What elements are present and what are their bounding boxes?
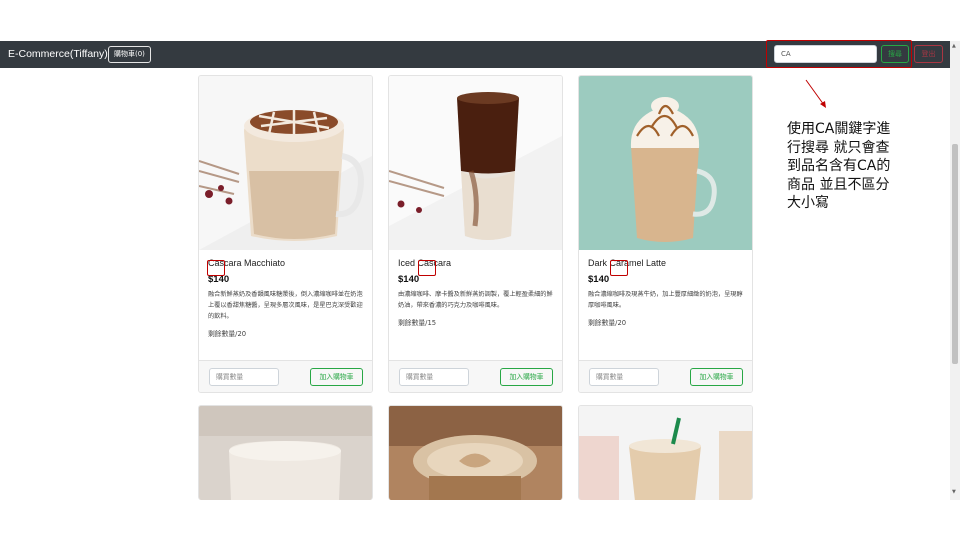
add-to-cart-button[interactable]: 加入購物車 [690, 368, 743, 386]
quantity-input[interactable]: 購買數量 [399, 368, 469, 386]
annotation-line: 大小寫 [787, 195, 829, 211]
logout-button[interactable]: 登出 [914, 45, 943, 63]
quantity-input[interactable]: 購買數量 [589, 368, 659, 386]
product-image [389, 406, 562, 500]
card-footer: 購買數量 加入購物車 [389, 360, 562, 392]
product-price: $140 [208, 274, 230, 285]
product-description: 融合濃縮咖啡及現蒸牛奶，加上豐厚細緻的奶泡，呈現醇厚咖啡風味。 [588, 291, 743, 309]
product-card: Iced Cascara $140 由濃縮咖啡、摩卡醬及新鮮蒸奶調製，覆上輕盈柔… [388, 75, 563, 393]
product-stock: 剩餘數量/20 [208, 330, 247, 338]
card-body: Cascara Macchiato $140 融合新鮮蒸奶及香韻風味糖漿後，倒入… [208, 258, 366, 338]
product-description: 由濃縮咖啡、摩卡醬及新鮮蒸奶調製，覆上輕盈柔細的鮮奶油，帶來香濃的巧克力及咖啡風… [398, 291, 553, 309]
product-image [389, 76, 562, 250]
search-highlight-box [766, 40, 912, 68]
scroll-thumb[interactable] [952, 144, 958, 364]
product-image [579, 406, 752, 500]
product-description: 融合新鮮蒸奶及香韻風味糖漿後，倒入濃縮咖啡並在奶泡上覆以香甜焦糖醬，呈現多層次風… [208, 291, 363, 320]
quantity-input[interactable]: 購買數量 [209, 368, 279, 386]
scroll-down-icon[interactable]: ▼ [952, 489, 956, 495]
cart-button[interactable]: 購物車(0) [108, 46, 151, 63]
card-footer: 購買數量 加入購物車 [579, 360, 752, 392]
brand-title[interactable]: E-Commerce(Tiffany) [8, 48, 108, 60]
add-to-cart-button[interactable]: 加入購物車 [500, 368, 553, 386]
product-card [388, 405, 563, 500]
product-image [579, 76, 752, 250]
product-image [199, 76, 372, 250]
product-card [578, 405, 753, 500]
ca-match-highlight [418, 260, 436, 276]
annotation-text: 使用CA關鍵字進 行搜尋 就只會查 到品名含有CA的 商品 並且不區分 大小寫 [787, 120, 917, 213]
scroll-up-icon[interactable]: ▲ [952, 43, 956, 49]
ca-match-highlight [610, 260, 628, 276]
screen: E-Commerce(Tiffany) 購物車(0) CA 搜尋 登出 ▲ ▼ [0, 0, 960, 540]
card-footer: 購買數量 加入購物車 [199, 360, 372, 392]
page-scrollbar[interactable]: ▲ ▼ [950, 41, 960, 500]
annotation-line: 商品 並且不區分 [787, 176, 890, 193]
product-name[interactable]: Cascara Macchiato [208, 258, 366, 272]
product-stock: 剩餘數量/15 [398, 319, 437, 327]
product-card: Cascara Macchiato $140 融合新鮮蒸奶及香韻風味糖漿後，倒入… [198, 75, 373, 393]
annotation-line: 到品名含有CA的 [787, 158, 891, 174]
annotation-line: 使用CA關鍵字進 [787, 121, 891, 137]
product-image [199, 406, 372, 500]
annotation-arrow [805, 79, 826, 108]
product-card: Dark Caramel Latte $140 融合濃縮咖啡及現蒸牛奶，加上豐厚… [578, 75, 753, 393]
ca-match-highlight [207, 260, 225, 276]
add-to-cart-button[interactable]: 加入購物車 [310, 368, 363, 386]
annotation-line: 行搜尋 就只會查 [787, 139, 890, 156]
product-stock: 剩餘數量/20 [588, 319, 627, 327]
product-card [198, 405, 373, 500]
